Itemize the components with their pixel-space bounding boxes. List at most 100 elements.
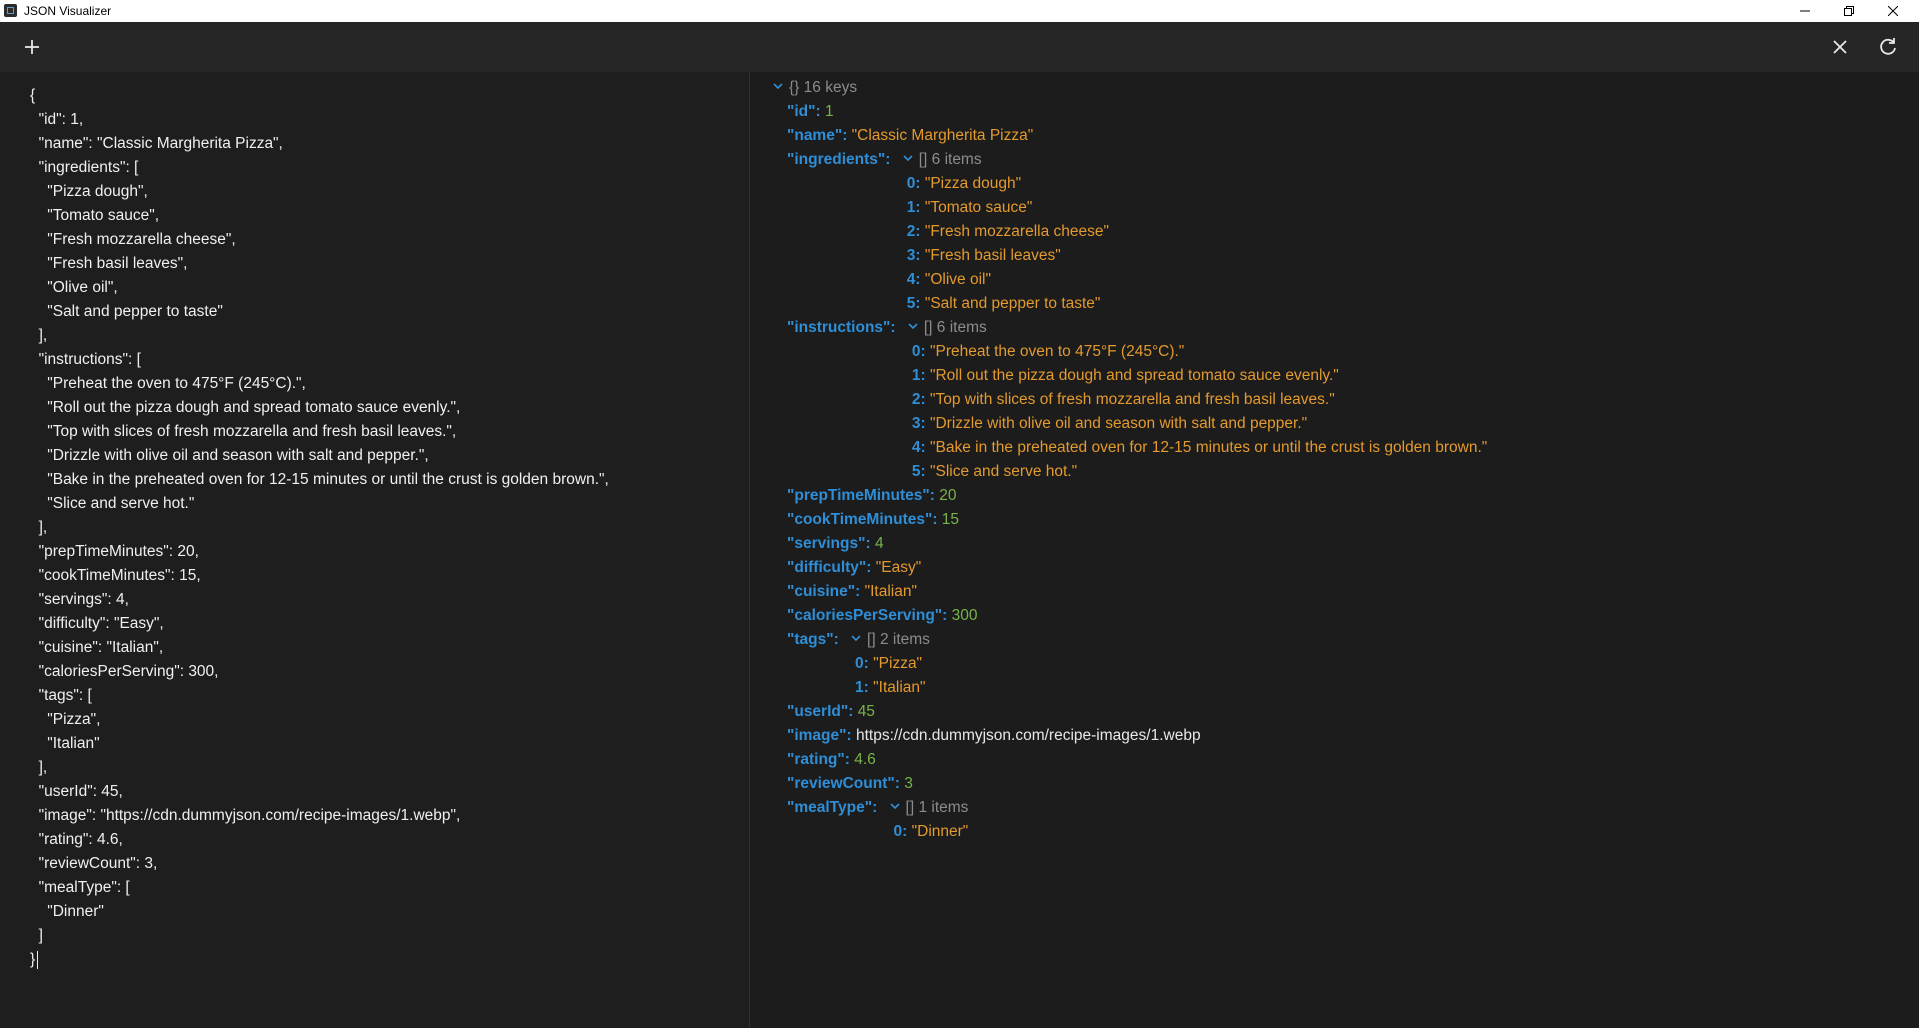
item-value: "Slice and serve hot." [929, 463, 1078, 480]
item-index: 3: [911, 415, 926, 432]
tree-value: 45 [857, 703, 875, 720]
tree-value: "Classic Margherita Pizza" [851, 127, 1034, 144]
json-editor[interactable]: { "id": 1, "name": "Classic Margherita P… [0, 72, 750, 1028]
chevron-down-icon[interactable] [849, 631, 863, 645]
editor-line: "Roll out the pizza dough and spread tom… [30, 399, 461, 416]
tree-key-value: "name": "Classic Margherita Pizza" [787, 124, 1033, 148]
tree-value: https://cdn.dummyjson.com/recipe-images/… [855, 727, 1201, 744]
item-index: 2: [911, 391, 926, 408]
editor-line: "Pizza dough", [30, 183, 148, 200]
editor-line: "Slice and serve hot." [30, 495, 195, 512]
minimize-button[interactable] [1783, 0, 1827, 22]
editor-line: "cookTimeMinutes": 15, [30, 567, 201, 584]
tree-value: 3 [904, 775, 913, 792]
editor-line: "Salt and pepper to taste" [30, 303, 223, 320]
editor-line: "id": 1, [30, 111, 84, 128]
item-index: 0: [906, 175, 921, 192]
item-index: 5: [911, 463, 926, 480]
key-separator: : [848, 703, 858, 720]
editor-line: "Drizzle with olive oil and season with … [30, 447, 429, 464]
app-icon [4, 4, 17, 17]
tree-key: "ingredients" [787, 151, 886, 168]
array-item-count: [] 2 items [867, 631, 930, 648]
key-separator: : [885, 151, 895, 168]
item-index: 1: [855, 679, 869, 696]
tree-key: "caloriesPerServing" [787, 607, 943, 624]
root-key-count: {} 16 keys [789, 79, 858, 96]
clear-button[interactable] [1827, 34, 1853, 60]
item-index: 4: [906, 271, 921, 288]
editor-line: "Preheat the oven to 475°F (245°C).", [30, 375, 306, 392]
add-button[interactable] [19, 34, 45, 60]
tree-key: "cookTimeMinutes" [787, 511, 933, 528]
refresh-button[interactable] [1875, 34, 1901, 60]
tree-array-node: "instructions": [] 6 items [787, 316, 987, 340]
tree-key: "servings" [787, 535, 866, 552]
item-value: "Tomato sauce" [924, 199, 1033, 216]
item-value: "Bake in the preheated oven for 12-15 mi… [929, 439, 1488, 456]
editor-line: "Italian" [30, 735, 100, 752]
restore-button[interactable] [1827, 0, 1871, 22]
tree-value: 20 [939, 487, 957, 504]
item-value: "Pizza" [873, 655, 923, 672]
json-tree-view: {} 16 keys "id": 1 "name": "Classic Marghe… [751, 72, 1919, 1028]
key-separator: : [866, 559, 876, 576]
editor-line: "prepTimeMinutes": 20, [30, 543, 199, 560]
tree-key-value: "userId": 45 [787, 700, 875, 724]
tree-key-value: "image": https://cdn.dummyjson.com/recip… [787, 724, 1201, 748]
tree-root[interactable]: {} 16 keys [771, 76, 857, 100]
tree-array-item: 0: "Preheat the oven to 475°F (245°C)." [912, 340, 1184, 364]
window-title: JSON Visualizer [24, 4, 112, 18]
tree-key-value: "caloriesPerServing": 300 [787, 604, 977, 628]
editor-line: { [30, 87, 36, 104]
item-index: 4: [911, 439, 926, 456]
tree-key-value: "reviewCount": 3 [787, 772, 913, 796]
editor-line: "reviewCount": 3, [30, 855, 158, 872]
editor-line: "Tomato sauce", [30, 207, 160, 224]
item-value: "Top with slices of fresh mozzarella and… [929, 391, 1335, 408]
tree-key: "reviewCount" [787, 775, 895, 792]
plus-icon [25, 40, 39, 54]
key-separator: : [932, 511, 942, 528]
tree-key: "cuisine" [787, 583, 856, 600]
item-index: 0: [893, 823, 908, 840]
tree-array-node: "tags": [] 2 items [787, 628, 930, 652]
editor-line: "userId": 45, [30, 783, 123, 800]
chevron-down-icon[interactable] [906, 319, 920, 333]
chevron-down-icon[interactable] [771, 79, 785, 93]
tree-key: "difficulty" [787, 559, 867, 576]
tree-key: "mealType" [787, 799, 873, 816]
editor-line: "Top with slices of fresh mozzarella and… [30, 423, 457, 440]
item-value: "Olive oil" [924, 271, 991, 288]
editor-line: "Bake in the preheated oven for 12-15 mi… [30, 471, 609, 488]
tree-key-value: "id": 1 [787, 100, 834, 124]
tree-array-item: 5: "Slice and serve hot." [912, 460, 1077, 484]
chevron-down-icon[interactable] [901, 151, 915, 165]
window-close-button[interactable] [1871, 0, 1915, 22]
tree-array-item: 5: "Salt and pepper to taste" [907, 292, 1101, 316]
tree-array-item: 4: "Bake in the preheated oven for 12-15… [912, 436, 1487, 460]
array-item-count: [] 6 items [918, 151, 982, 168]
text-caret [37, 951, 38, 969]
item-index: 1: [911, 367, 926, 384]
editor-line: "instructions": [ [30, 351, 141, 368]
editor-line: "difficulty": "Easy", [30, 615, 164, 632]
tree-array-item: 1: "Roll out the pizza dough and spread … [912, 364, 1339, 388]
tree-key-value: "prepTimeMinutes": 20 [787, 484, 956, 508]
tree-array-item: 3: "Fresh basil leaves" [907, 244, 1061, 268]
array-item-count: [] 6 items [923, 319, 987, 336]
tree-array-item: 0: "Pizza" [855, 652, 922, 676]
editor-line: "Pizza", [30, 711, 101, 728]
tree-value: 15 [941, 511, 960, 528]
item-index: 1: [906, 199, 921, 216]
editor-line: "Fresh mozzarella cheese", [30, 231, 236, 248]
tree-key-value: "rating": 4.6 [787, 748, 876, 772]
item-value: "Dinner" [911, 823, 969, 840]
editor-line: ], [30, 519, 48, 536]
chevron-down-icon[interactable] [888, 799, 902, 813]
close-icon [1888, 6, 1898, 16]
key-separator: : [890, 319, 900, 336]
editor-line: "image": "https://cdn.dummyjson.com/reci… [30, 807, 461, 824]
tree-key: "tags" [787, 631, 834, 648]
key-separator: : [846, 727, 856, 744]
